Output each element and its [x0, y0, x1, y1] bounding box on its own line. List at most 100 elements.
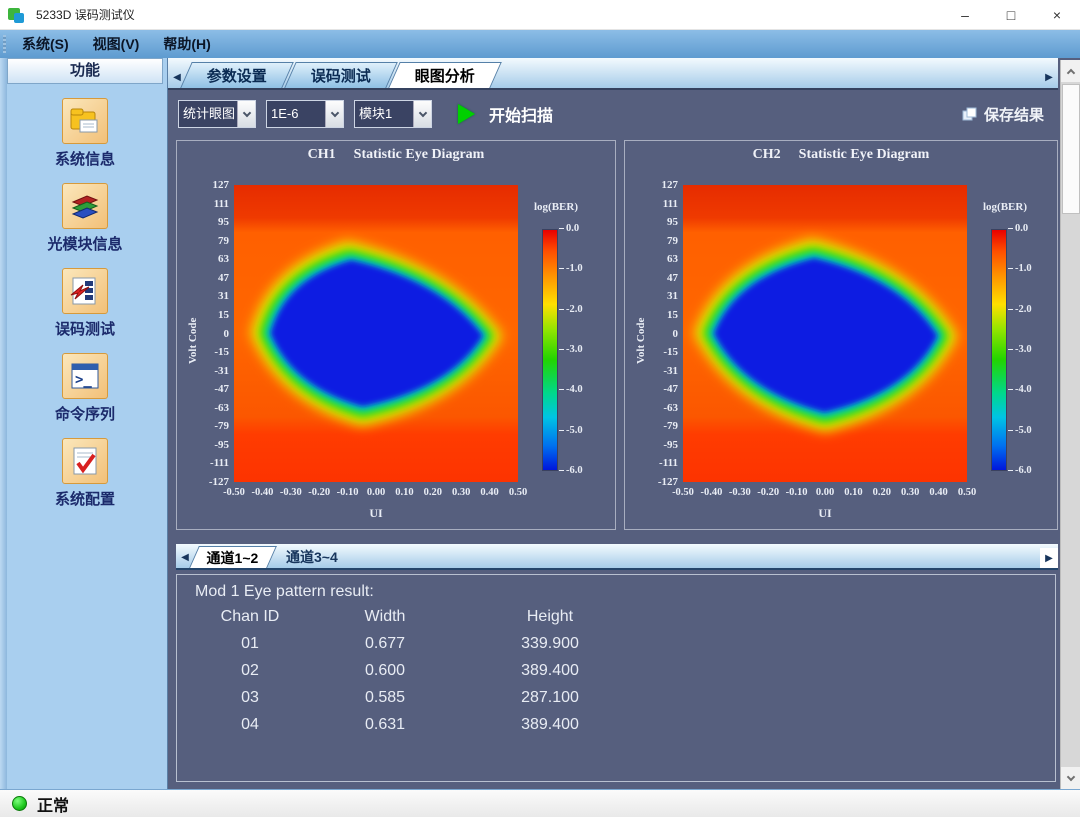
- minimize-icon[interactable]: –: [942, 0, 988, 30]
- svg-text:>_: >_: [75, 372, 92, 388]
- tab-2[interactable]: 眼图分析: [388, 62, 502, 88]
- menu-bar: 系统(S)视图(V)帮助(H): [0, 30, 1080, 58]
- colorbar-tick: -5.0: [1008, 425, 1032, 436]
- results-col-header-1: Width: [305, 603, 465, 630]
- y-axis-label: Volt Code: [635, 304, 647, 364]
- sidebar: 功能 系统信息光模块信息误码测试>_命令序列系统配置: [0, 58, 168, 789]
- tab-1[interactable]: 误码测试: [284, 62, 398, 88]
- toolbar: 统计眼图 1E-6 模块1 开始扫描 保存结果: [168, 92, 1058, 136]
- results-cell-r0c0: 01: [195, 630, 305, 657]
- y-tick-label: -79: [189, 420, 229, 432]
- y-tick-label: 79: [638, 235, 678, 247]
- y-tick-label: 47: [189, 272, 229, 284]
- tab-scroll-right-icon[interactable]: ▶: [1040, 66, 1058, 88]
- y-tick-label: 47: [638, 272, 678, 284]
- results-cell-r2c0: 03: [195, 684, 305, 711]
- colorbar-tick: -6.0: [559, 465, 583, 476]
- start-scan-button[interactable]: 开始扫描: [489, 102, 553, 126]
- y-tick-label: -95: [638, 439, 678, 451]
- results-cell-r3c1: 0.631: [305, 711, 465, 738]
- y-tick-label: -111: [638, 457, 678, 469]
- sidebar-edge: [0, 58, 7, 789]
- y-tick-label: 127: [189, 179, 229, 191]
- vertical-scrollbar[interactable]: [1060, 60, 1080, 789]
- chevron-down-icon[interactable]: [413, 101, 431, 127]
- colorbar-tick-label: -4.0: [566, 384, 583, 395]
- sidebar-item-label: 系统配置: [55, 488, 115, 509]
- eye-diagram-plot: [234, 185, 518, 482]
- tab-0[interactable]: 参数设置: [180, 62, 294, 88]
- results-col-header-2: Height: [465, 603, 635, 630]
- y-tick-label: -63: [189, 402, 229, 414]
- colorbar: [542, 229, 558, 471]
- channel-tab-scroll-right-icon[interactable]: ▶: [1040, 548, 1058, 568]
- menu-item-1[interactable]: 视图(V): [81, 30, 152, 58]
- play-icon[interactable]: [458, 104, 475, 124]
- colorbar-tick-label: -6.0: [1015, 465, 1032, 476]
- channel-tab-0[interactable]: 通道1~2: [189, 546, 277, 568]
- colorbar-tick: 0.0: [559, 223, 579, 234]
- scroll-up-icon[interactable]: [1061, 60, 1080, 82]
- chart-channel-name: CH1: [308, 147, 336, 162]
- colorbar-tick: -4.0: [559, 384, 583, 395]
- sidebar-item-system-info[interactable]: 系统信息: [7, 98, 163, 169]
- x-axis-label: UI: [234, 506, 518, 521]
- tab-label: 误码测试: [311, 65, 371, 86]
- eye-diagram-charts: CH1 Statistic Eye Diagram 127 111 95 79 63 47 31…: [168, 140, 1058, 530]
- scrollbar-thumb[interactable]: [1062, 84, 1080, 214]
- maximize-icon[interactable]: □: [988, 0, 1034, 30]
- y-tick-label: 111: [189, 198, 229, 210]
- y-tick-label: 63: [189, 253, 229, 265]
- y-tick-label: 31: [638, 290, 678, 302]
- y-tick-label: 63: [638, 253, 678, 265]
- system-config-icon: [62, 438, 108, 484]
- menu-item-0[interactable]: 系统(S): [10, 30, 81, 58]
- x-tick-label: 0.50: [946, 487, 988, 498]
- sidebar-item-label: 系统信息: [55, 148, 115, 169]
- sidebar-item-command-seq[interactable]: >_命令序列: [7, 353, 163, 424]
- results-panel: Mod 1 Eye pattern result: Chan IDWidthHe…: [176, 574, 1056, 782]
- y-tick-label: 127: [638, 179, 678, 191]
- chevron-down-icon[interactable]: [325, 101, 343, 127]
- colorbar-tick-label: -5.0: [1015, 425, 1032, 436]
- sidebar-item-optical-module[interactable]: 光模块信息: [7, 183, 163, 254]
- results-cell-r3c0: 04: [195, 711, 305, 738]
- colorbar-tick: -4.0: [1008, 384, 1032, 395]
- results-cell-r2c2: 287.100: [465, 684, 635, 711]
- chart-title-text: Statistic Eye Diagram: [354, 147, 485, 162]
- colorbar-label: log(BER): [534, 201, 578, 213]
- tab-label: 眼图分析: [415, 65, 475, 86]
- command-sequence-icon: >_: [62, 353, 108, 399]
- colorbar-tick-label: -2.0: [566, 304, 583, 315]
- channel-tab-1[interactable]: 通道3~4: [269, 546, 355, 568]
- results-col-header-0: Chan ID: [195, 603, 305, 630]
- close-icon[interactable]: ×: [1034, 0, 1080, 30]
- y-tick-label: 111: [638, 198, 678, 210]
- results-cell-r1c1: 0.600: [305, 657, 465, 684]
- app-icon: [8, 6, 26, 24]
- colorbar: [991, 229, 1007, 471]
- results-cell-r0c1: 0.677: [305, 630, 465, 657]
- colorbar-tick-label: -3.0: [1015, 344, 1032, 355]
- optical-module-icon: [62, 183, 108, 229]
- colorbar-tick: -1.0: [1008, 263, 1032, 274]
- status-indicator: [12, 796, 27, 811]
- scroll-down-icon[interactable]: [1061, 767, 1080, 789]
- y-tick-label: 95: [638, 216, 678, 228]
- sidebar-item-system-config[interactable]: 系统配置: [7, 438, 163, 509]
- combo-module[interactable]: 模块1: [354, 100, 432, 128]
- combo-ber-threshold[interactable]: 1E-6: [266, 100, 344, 128]
- title-bar: 5233D 误码测试仪 – □ ×: [0, 0, 1080, 30]
- combo-eye-type[interactable]: 统计眼图: [178, 100, 256, 128]
- menu-item-2[interactable]: 帮助(H): [151, 30, 222, 58]
- y-tick-label: -47: [638, 383, 678, 395]
- eye-diagram-plot: [683, 185, 967, 482]
- sidebar-item-ber-test[interactable]: 误码测试: [7, 268, 163, 339]
- channel-tabstrip: ◀ 通道1~2通道3~4 ▶: [176, 544, 1058, 570]
- y-tick-label: 95: [189, 216, 229, 228]
- y-tick-label: -63: [638, 402, 678, 414]
- channel-tab-label: 通道1~2: [207, 548, 259, 568]
- eye-diagram-panel-ch1: CH1Statistic Eye Diagram1271119579634731…: [176, 140, 616, 530]
- save-results-button[interactable]: 保存结果: [961, 104, 1044, 125]
- chevron-down-icon[interactable]: [237, 101, 255, 127]
